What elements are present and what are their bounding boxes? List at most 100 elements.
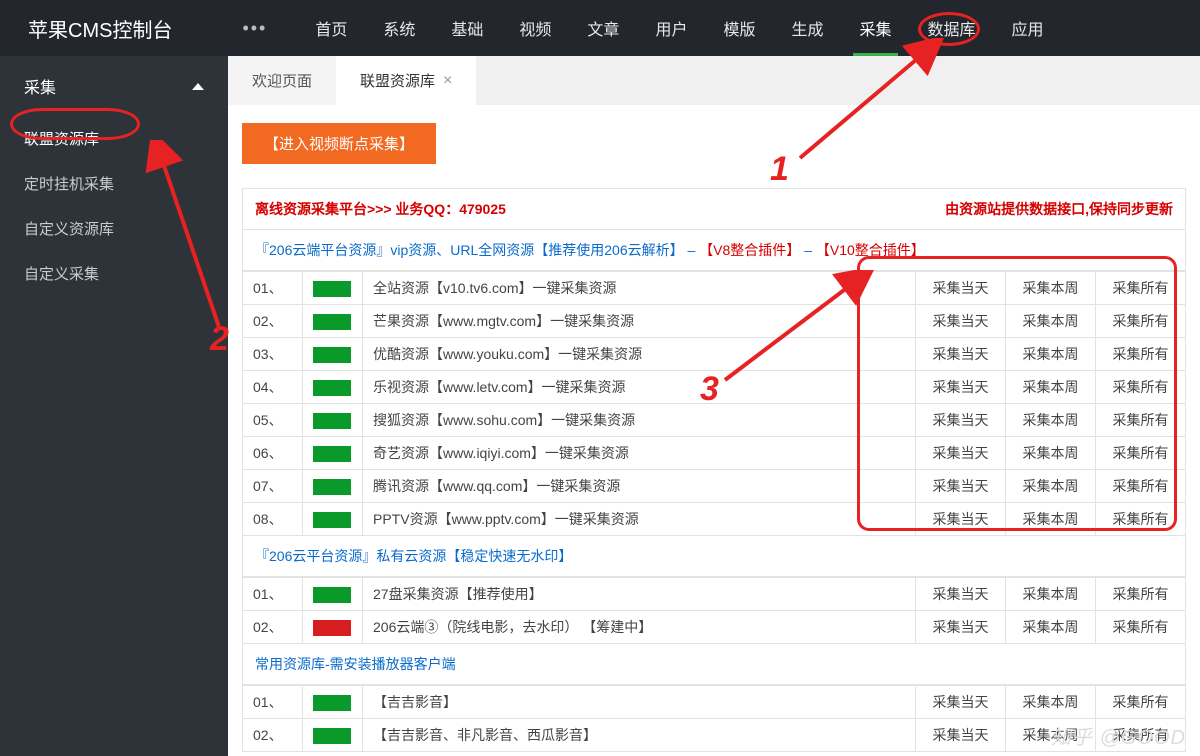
color-swatch — [313, 479, 351, 495]
section1-table: 01、全站资源【v10.tv6.com】一键采集资源采集当天采集本周采集所有02… — [242, 271, 1186, 536]
row-desc: 乐视资源【www.letv.com】一键采集资源 — [363, 371, 916, 404]
row-desc: 芒果资源【www.mgtv.com】一键采集资源 — [363, 305, 916, 338]
topnav-item-5[interactable]: 用户 — [637, 0, 705, 56]
collect-all-button[interactable]: 采集所有 — [1096, 611, 1186, 644]
topnav-item-9[interactable]: 数据库 — [910, 0, 994, 56]
row-index: 02、 — [243, 719, 303, 752]
color-swatch — [313, 620, 351, 636]
sidebar-group-title: 采集 — [24, 74, 56, 98]
table-row: 07、腾讯资源【www.qq.com】一键采集资源采集当天采集本周采集所有 — [243, 470, 1186, 503]
row-index: 02、 — [243, 611, 303, 644]
topnav-item-6[interactable]: 模版 — [705, 0, 773, 56]
sidebar-item-0[interactable]: 联盟资源库 — [0, 116, 228, 161]
collect-all-button[interactable]: 采集所有 — [1096, 503, 1186, 536]
topnav-item-2[interactable]: 基础 — [433, 0, 501, 56]
collect-week-button[interactable]: 采集本周 — [1006, 305, 1096, 338]
row-desc: 27盘采集资源【推荐使用】 — [363, 578, 916, 611]
collect-all-button[interactable]: 采集所有 — [1096, 437, 1186, 470]
row-desc: 腾讯资源【www.qq.com】一键采集资源 — [363, 470, 916, 503]
collect-all-button[interactable]: 采集所有 — [1096, 404, 1186, 437]
topnav-item-8[interactable]: 采集 — [841, 0, 909, 56]
row-index: 06、 — [243, 437, 303, 470]
table-row: 03、优酷资源【www.youku.com】一键采集资源采集当天采集本周采集所有 — [243, 338, 1186, 371]
row-index: 04、 — [243, 371, 303, 404]
row-desc: 206云端③（院线电影，去水印） 【筹建中】 — [363, 611, 916, 644]
collect-today-button[interactable]: 采集当天 — [916, 503, 1006, 536]
color-swatch — [313, 314, 351, 330]
sidebar-item-1[interactable]: 定时挂机采集 — [0, 161, 228, 206]
collect-week-button[interactable]: 采集本周 — [1006, 503, 1096, 536]
collect-today-button[interactable]: 采集当天 — [916, 611, 1006, 644]
table-row: 01、 27盘采集资源【推荐使用】采集当天采集本周采集所有 — [243, 578, 1186, 611]
table-row: 02、【吉吉影音、非凡影音、西瓜影音】采集当天采集本周采集所有 — [243, 719, 1186, 752]
main: 欢迎页面 联盟资源库 × 【进入视频断点采集】 离线资源采集平台>>> 业务QQ：4… — [228, 56, 1200, 756]
tab-label: 联盟资源库 — [360, 70, 435, 91]
sidebar-item-3[interactable]: 自定义采集 — [0, 251, 228, 296]
collect-today-button[interactable]: 采集当天 — [916, 719, 1006, 752]
row-index: 08、 — [243, 503, 303, 536]
collect-all-button[interactable]: 采集所有 — [1096, 272, 1186, 305]
row-index: 01、 — [243, 578, 303, 611]
color-swatch — [313, 347, 351, 363]
row-index: 05、 — [243, 404, 303, 437]
collect-today-button[interactable]: 采集当天 — [916, 305, 1006, 338]
tab-1[interactable]: 联盟资源库 × — [336, 56, 476, 105]
app-title: 苹果CMS控制台 — [28, 14, 172, 43]
collect-week-button[interactable]: 采集本周 — [1006, 371, 1096, 404]
section2-title: 『206云平台资源』私有云资源【稳定快速无水印】 — [242, 535, 1186, 577]
more-icon[interactable]: ••• — [212, 18, 297, 39]
collect-today-button[interactable]: 采集当天 — [916, 686, 1006, 719]
topnav-item-10[interactable]: 应用 — [994, 0, 1062, 56]
collect-today-button[interactable]: 采集当天 — [916, 371, 1006, 404]
notice-left: 离线资源采集平台>>> 业务QQ：479025 — [255, 199, 506, 219]
color-swatch — [313, 380, 351, 396]
color-swatch — [313, 512, 351, 528]
table-row: 04、 乐视资源【www.letv.com】一键采集资源采集当天采集本周采集所有 — [243, 371, 1186, 404]
row-desc: 全站资源【v10.tv6.com】一键采集资源 — [363, 272, 916, 305]
collect-week-button[interactable]: 采集本周 — [1006, 404, 1096, 437]
row-desc: PPTV资源【www.pptv.com】一键采集资源 — [363, 503, 916, 536]
collect-all-button[interactable]: 采集所有 — [1096, 305, 1186, 338]
row-desc: 【吉吉影音】 — [363, 686, 916, 719]
row-index: 02、 — [243, 305, 303, 338]
table-row: 02、 206云端③（院线电影，去水印） 【筹建中】采集当天采集本周采集所有 — [243, 611, 1186, 644]
close-icon[interactable]: × — [443, 73, 452, 89]
caret-up-icon — [192, 83, 204, 90]
collect-week-button[interactable]: 采集本周 — [1006, 272, 1096, 305]
collect-today-button[interactable]: 采集当天 — [916, 338, 1006, 371]
collect-all-button[interactable]: 采集所有 — [1096, 371, 1186, 404]
topnav-item-1[interactable]: 系统 — [365, 0, 433, 56]
topnav-item-0[interactable]: 首页 — [297, 0, 365, 56]
section1-title: 『206云端平台资源』vip资源、URL全网资源【推荐使用206云解析】 – 【… — [242, 230, 1186, 271]
collect-week-button[interactable]: 采集本周 — [1006, 338, 1096, 371]
collect-week-button[interactable]: 采集本周 — [1006, 578, 1096, 611]
enter-video-collect-button[interactable]: 【进入视频断点采集】 — [242, 123, 436, 164]
topbar: 苹果CMS控制台 ••• 首页系统基础视频文章用户模版生成采集数据库应用 — [0, 0, 1200, 56]
collect-today-button[interactable]: 采集当天 — [916, 272, 1006, 305]
notice-row: 离线资源采集平台>>> 业务QQ：479025 由资源站提供数据接口,保持同步更… — [242, 188, 1186, 230]
topnav-item-7[interactable]: 生成 — [773, 0, 841, 56]
collect-week-button[interactable]: 采集本周 — [1006, 611, 1096, 644]
collect-today-button[interactable]: 采集当天 — [916, 437, 1006, 470]
sidebar: 采集 联盟资源库定时挂机采集自定义资源库自定义采集 — [0, 56, 228, 756]
sidebar-group-header[interactable]: 采集 — [0, 56, 228, 116]
color-swatch — [313, 728, 351, 744]
color-swatch — [313, 413, 351, 429]
collect-all-button[interactable]: 采集所有 — [1096, 470, 1186, 503]
tab-0[interactable]: 欢迎页面 — [228, 56, 336, 105]
collect-week-button[interactable]: 采集本周 — [1006, 437, 1096, 470]
row-index: 01、 — [243, 272, 303, 305]
topnav-item-3[interactable]: 视频 — [501, 0, 569, 56]
collect-all-button[interactable]: 采集所有 — [1096, 578, 1186, 611]
sidebar-item-2[interactable]: 自定义资源库 — [0, 206, 228, 251]
section2-table: 01、 27盘采集资源【推荐使用】采集当天采集本周采集所有 02、 206云端③（院线… — [242, 577, 1186, 644]
collect-all-button[interactable]: 采集所有 — [1096, 338, 1186, 371]
collect-week-button[interactable]: 采集本周 — [1006, 470, 1096, 503]
collect-today-button[interactable]: 采集当天 — [916, 404, 1006, 437]
collect-today-button[interactable]: 采集当天 — [916, 470, 1006, 503]
topnav-item-4[interactable]: 文章 — [569, 0, 637, 56]
collect-week-button[interactable]: 采集本周 — [1006, 686, 1096, 719]
collect-today-button[interactable]: 采集当天 — [916, 578, 1006, 611]
watermark: 知乎 @GOOD — [1051, 721, 1186, 750]
collect-all-button[interactable]: 采集所有 — [1096, 686, 1186, 719]
